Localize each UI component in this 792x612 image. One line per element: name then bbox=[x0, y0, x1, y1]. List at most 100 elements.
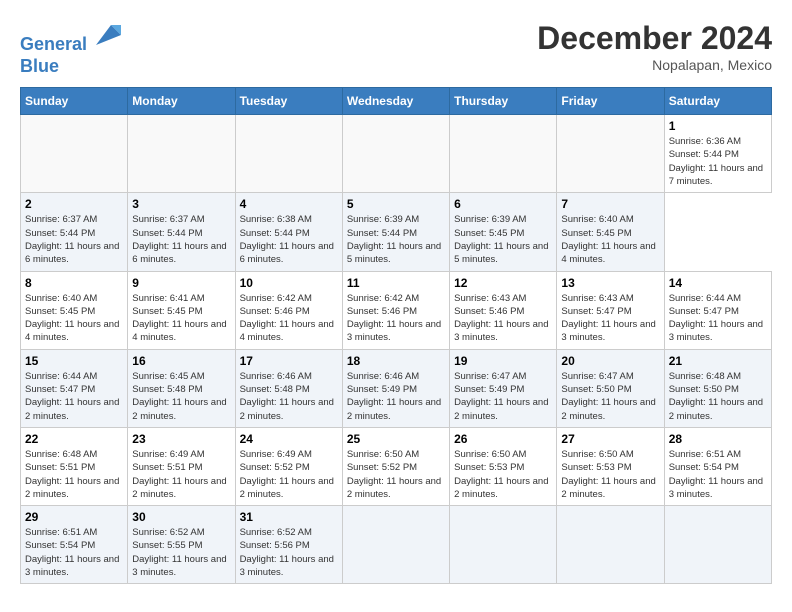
day-cell: 12 Sunrise: 6:43 AMSunset: 5:46 PMDayligh… bbox=[450, 271, 557, 349]
logo-blue: Blue bbox=[20, 56, 121, 78]
day-cell bbox=[557, 506, 664, 584]
day-cell: 17Sunrise: 6:46 AMSunset: 5:48 PMDayligh… bbox=[235, 349, 342, 427]
day-cell: 28 Sunrise: 6:51 AMSunset: 5:54 PMDayligh… bbox=[664, 427, 771, 505]
day-info: Sunrise: 6:43 AMSunset: 5:47 PMDaylight:… bbox=[561, 292, 659, 345]
header-cell-tuesday: Tuesday bbox=[235, 88, 342, 115]
day-cell: 21 Sunrise: 6:48 AMSunset: 5:50 PMDayligh… bbox=[664, 349, 771, 427]
day-info: Sunrise: 6:50 AMSunset: 5:53 PMDaylight:… bbox=[561, 448, 659, 501]
day-info: Sunrise: 6:46 AMSunset: 5:49 PMDaylight:… bbox=[347, 370, 445, 423]
day-info: Sunrise: 6:52 AMSunset: 5:55 PMDaylight:… bbox=[132, 526, 230, 579]
day-cell: 8Sunrise: 6:40 AMSunset: 5:45 PMDaylight… bbox=[21, 271, 128, 349]
calendar-header: SundayMondayTuesdayWednesdayThursdayFrid… bbox=[21, 88, 772, 115]
day-info: Sunrise: 6:41 AMSunset: 5:45 PMDaylight:… bbox=[132, 292, 230, 345]
day-info: Sunrise: 6:39 AMSunset: 5:45 PMDaylight:… bbox=[454, 213, 552, 266]
header-cell-saturday: Saturday bbox=[664, 88, 771, 115]
day-number: 27 bbox=[561, 432, 659, 446]
day-info: Sunrise: 6:45 AMSunset: 5:48 PMDaylight:… bbox=[132, 370, 230, 423]
logo: General Blue bbox=[20, 20, 121, 77]
day-cell: 14 Sunrise: 6:44 AMSunset: 5:47 PMDayligh… bbox=[664, 271, 771, 349]
day-cell: 24 Sunrise: 6:49 AMSunset: 5:52 PMDayligh… bbox=[235, 427, 342, 505]
day-number: 11 bbox=[347, 276, 445, 290]
day-cell: 26 Sunrise: 6:50 AMSunset: 5:53 PMDayligh… bbox=[450, 427, 557, 505]
day-cell: 4 Sunrise: 6:38 AMSunset: 5:44 PMDaylight… bbox=[235, 193, 342, 271]
day-info: Sunrise: 6:36 AMSunset: 5:44 PMDaylight:… bbox=[669, 135, 767, 188]
day-info: Sunrise: 6:51 AMSunset: 5:54 PMDaylight:… bbox=[669, 448, 767, 501]
header-cell-friday: Friday bbox=[557, 88, 664, 115]
day-cell bbox=[128, 115, 235, 193]
day-info: Sunrise: 6:37 AMSunset: 5:44 PMDaylight:… bbox=[132, 213, 230, 266]
day-number: 17 bbox=[240, 354, 338, 368]
day-info: Sunrise: 6:44 AMSunset: 5:47 PMDaylight:… bbox=[25, 370, 123, 423]
day-number: 25 bbox=[347, 432, 445, 446]
day-info: Sunrise: 6:43 AMSunset: 5:46 PMDaylight:… bbox=[454, 292, 552, 345]
month-title: December 2024 bbox=[537, 20, 772, 57]
title-block: December 2024 Nopalapan, Mexico bbox=[537, 20, 772, 73]
day-info: Sunrise: 6:44 AMSunset: 5:47 PMDaylight:… bbox=[669, 292, 767, 345]
week-row-2: 2 Sunrise: 6:37 AMSunset: 5:44 PMDaylight… bbox=[21, 193, 772, 271]
day-cell: 30 Sunrise: 6:52 AMSunset: 5:55 PMDayligh… bbox=[128, 506, 235, 584]
day-cell bbox=[450, 115, 557, 193]
day-number: 31 bbox=[240, 510, 338, 524]
week-row-1: 1 Sunrise: 6:36 AMSunset: 5:44 PMDaylight… bbox=[21, 115, 772, 193]
day-number: 5 bbox=[347, 197, 445, 211]
day-cell: 5 Sunrise: 6:39 AMSunset: 5:44 PMDaylight… bbox=[342, 193, 449, 271]
day-number: 14 bbox=[669, 276, 767, 290]
day-number: 29 bbox=[25, 510, 123, 524]
day-cell bbox=[342, 506, 449, 584]
day-number: 15 bbox=[25, 354, 123, 368]
location: Nopalapan, Mexico bbox=[537, 57, 772, 73]
day-info: Sunrise: 6:48 AMSunset: 5:50 PMDaylight:… bbox=[669, 370, 767, 423]
day-cell: 23Sunrise: 6:49 AMSunset: 5:51 PMDayligh… bbox=[128, 427, 235, 505]
day-info: Sunrise: 6:39 AMSunset: 5:44 PMDaylight:… bbox=[347, 213, 445, 266]
day-cell bbox=[450, 506, 557, 584]
day-number: 26 bbox=[454, 432, 552, 446]
day-cell: 31 Sunrise: 6:52 AMSunset: 5:56 PMDayligh… bbox=[235, 506, 342, 584]
header-cell-wednesday: Wednesday bbox=[342, 88, 449, 115]
day-number: 18 bbox=[347, 354, 445, 368]
day-info: Sunrise: 6:50 AMSunset: 5:53 PMDaylight:… bbox=[454, 448, 552, 501]
day-cell bbox=[21, 115, 128, 193]
day-info: Sunrise: 6:49 AMSunset: 5:52 PMDaylight:… bbox=[240, 448, 338, 501]
day-cell: 18 Sunrise: 6:46 AMSunset: 5:49 PMDayligh… bbox=[342, 349, 449, 427]
day-number: 4 bbox=[240, 197, 338, 211]
day-number: 2 bbox=[25, 197, 123, 211]
day-number: 1 bbox=[669, 119, 767, 133]
day-info: Sunrise: 6:52 AMSunset: 5:56 PMDaylight:… bbox=[240, 526, 338, 579]
day-info: Sunrise: 6:47 AMSunset: 5:50 PMDaylight:… bbox=[561, 370, 659, 423]
day-number: 23 bbox=[132, 432, 230, 446]
day-cell: 20Sunrise: 6:47 AMSunset: 5:50 PMDayligh… bbox=[557, 349, 664, 427]
day-cell: 25Sunrise: 6:50 AMSunset: 5:52 PMDayligh… bbox=[342, 427, 449, 505]
day-cell: 29Sunrise: 6:51 AMSunset: 5:54 PMDayligh… bbox=[21, 506, 128, 584]
day-number: 3 bbox=[132, 197, 230, 211]
header-cell-monday: Monday bbox=[128, 88, 235, 115]
day-cell: 1 Sunrise: 6:36 AMSunset: 5:44 PMDaylight… bbox=[664, 115, 771, 193]
day-number: 10 bbox=[240, 276, 338, 290]
logo-icon bbox=[91, 20, 121, 50]
header-row: SundayMondayTuesdayWednesdayThursdayFrid… bbox=[21, 88, 772, 115]
day-number: 12 bbox=[454, 276, 552, 290]
day-number: 28 bbox=[669, 432, 767, 446]
day-number: 13 bbox=[561, 276, 659, 290]
header-cell-sunday: Sunday bbox=[21, 88, 128, 115]
week-row-6: 29Sunrise: 6:51 AMSunset: 5:54 PMDayligh… bbox=[21, 506, 772, 584]
day-number: 24 bbox=[240, 432, 338, 446]
day-cell: 6Sunrise: 6:39 AMSunset: 5:45 PMDaylight… bbox=[450, 193, 557, 271]
page-header: General Blue December 2024 Nopalapan, Me… bbox=[20, 20, 772, 77]
day-number: 21 bbox=[669, 354, 767, 368]
day-cell: 3 Sunrise: 6:37 AMSunset: 5:44 PMDaylight… bbox=[128, 193, 235, 271]
week-row-3: 8Sunrise: 6:40 AMSunset: 5:45 PMDaylight… bbox=[21, 271, 772, 349]
day-cell: 13 Sunrise: 6:43 AMSunset: 5:47 PMDayligh… bbox=[557, 271, 664, 349]
day-info: Sunrise: 6:38 AMSunset: 5:44 PMDaylight:… bbox=[240, 213, 338, 266]
day-info: Sunrise: 6:47 AMSunset: 5:49 PMDaylight:… bbox=[454, 370, 552, 423]
logo-text: General bbox=[20, 20, 121, 56]
day-number: 19 bbox=[454, 354, 552, 368]
header-cell-thursday: Thursday bbox=[450, 88, 557, 115]
day-info: Sunrise: 6:37 AMSunset: 5:44 PMDaylight:… bbox=[25, 213, 123, 266]
day-info: Sunrise: 6:40 AMSunset: 5:45 PMDaylight:… bbox=[25, 292, 123, 345]
day-number: 9 bbox=[132, 276, 230, 290]
day-cell: 9 Sunrise: 6:41 AMSunset: 5:45 PMDaylight… bbox=[128, 271, 235, 349]
day-cell bbox=[342, 115, 449, 193]
day-number: 30 bbox=[132, 510, 230, 524]
day-cell bbox=[235, 115, 342, 193]
day-cell: 11Sunrise: 6:42 AMSunset: 5:46 PMDayligh… bbox=[342, 271, 449, 349]
